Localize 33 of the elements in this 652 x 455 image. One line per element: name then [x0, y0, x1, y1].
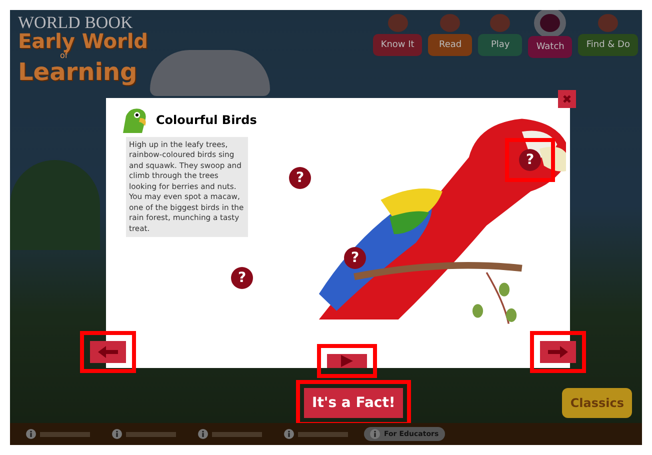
- next-button[interactable]: [540, 341, 576, 363]
- left-arrow-icon: [98, 346, 118, 358]
- app-title: Learning: [18, 60, 138, 84]
- play-icon: [341, 355, 353, 367]
- nav-icon[interactable]: [388, 14, 408, 32]
- right-arrow-icon: [548, 346, 568, 358]
- hotspot-button[interactable]: ?: [284, 162, 316, 194]
- app-title: of: [60, 51, 68, 60]
- classics-button[interactable]: Classics: [562, 388, 632, 418]
- info-icon: [284, 429, 294, 439]
- nav-button[interactable]: Watch: [528, 36, 572, 58]
- nav-button[interactable]: Know It: [372, 34, 422, 56]
- nav-button[interactable]: Play: [478, 34, 522, 56]
- modal-title: Colourful Birds: [156, 113, 257, 127]
- nav-button[interactable]: Find & Do: [578, 34, 638, 56]
- nav-icon[interactable]: [534, 10, 566, 38]
- previous-button[interactable]: [90, 341, 126, 363]
- close-icon: [562, 94, 572, 104]
- info-icon: [26, 429, 36, 439]
- info-icon: [112, 429, 122, 439]
- info-icon: [370, 429, 380, 439]
- hotspot-button[interactable]: ?: [226, 262, 258, 294]
- fact-button[interactable]: It's a Fact!: [304, 388, 404, 418]
- nav-icon[interactable]: [598, 14, 618, 32]
- info-icon: [198, 429, 208, 439]
- play-button[interactable]: [327, 354, 367, 368]
- app-title: Early World: [18, 31, 148, 51]
- nav-icon[interactable]: [490, 14, 510, 32]
- nav-button[interactable]: Read: [428, 34, 472, 56]
- close-button[interactable]: [558, 90, 576, 108]
- hotspot-button[interactable]: ?: [505, 138, 555, 182]
- nav-icon[interactable]: [440, 14, 460, 32]
- brand-logo: WORLD BOOK: [18, 14, 134, 31]
